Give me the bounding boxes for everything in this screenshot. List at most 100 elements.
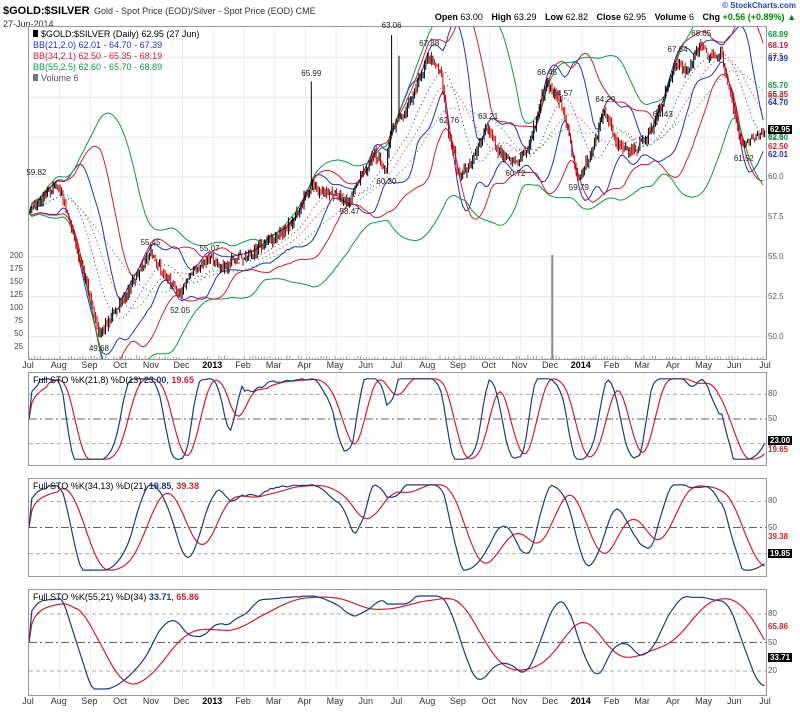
price-annotation: 58.47 [340,208,360,216]
candlestick-icon [33,30,38,37]
x-axis-month-label: Apr [297,696,311,706]
x-axis-month-label: Aug [419,696,435,706]
x-axis-month-label: Sep [450,360,466,370]
price-annotation: 66.45 [537,69,557,77]
high-label: High [491,12,511,22]
volume-axis-label: 50 [14,329,23,338]
band-value-tag: 67.39 [768,54,788,63]
price-axis-label: 52.5 [768,292,784,301]
low-label: Low [545,12,563,22]
stochastic-axis-label: 50 [768,638,777,647]
x-axis-month-label: Oct [113,696,127,706]
price-annotation: 60.20 [376,178,396,186]
stochastic-axis-label: 20 [768,666,777,675]
price-annotation: 67.64 [668,46,688,54]
price-annotation: 59.82 [26,169,46,177]
stochastic-legend-label: Full STO %K(55,21) %D(34) [33,592,149,602]
volume-axis-label: 25 [14,342,23,351]
x-axis-month-label: Dec [174,696,190,706]
volume-icon [33,74,38,81]
price-annotation: 68.65 [691,30,711,38]
stochastic-d-tag: 39.38 [768,532,788,541]
x-axis-month-label: Oct [113,360,127,370]
high-value: 63.29 [514,12,537,22]
stochastic-k-tag: 19.85 [768,549,792,558]
chart-legend: $GOLD:$SILVER (Daily) 62.95 (27 Jun)BB(2… [33,29,199,84]
x-axis-month-label: Nov [511,360,527,370]
volume-axis-label: 175 [10,264,23,273]
x-axis-month-label: Nov [143,696,159,706]
title-block: $GOLD:$SILVER Gold - Spot Price (EOD)/Si… [3,1,316,29]
x-axis-month-label: May [327,360,344,370]
x-axis-month-label: Mar [634,696,650,706]
stochastic-k-value: 19.85 [149,481,172,491]
x-axis-months-top: JulAugSepOctNovDec2013FebMarAprMayJunJul… [28,360,765,372]
x-axis-month-label: Apr [666,360,680,370]
x-axis-month-label: Apr [297,360,311,370]
legend-row: $GOLD:$SILVER (Daily) 62.95 (27 Jun) [33,29,199,40]
volume-axis-label: 200 [10,251,23,260]
x-axis-month-label: May [327,696,344,706]
price-annotation: 63.21 [478,113,498,121]
x-axis-month-label: Mar [634,360,650,370]
x-axis-month-label: Jul [391,696,403,706]
stochastic-axis-2: 80502039.3819.85 [768,478,800,575]
x-axis-year-label: 2014 [571,696,591,706]
x-axis-month-label: Feb [604,360,620,370]
x-axis-month-label: Nov [511,696,527,706]
x-axis-month-label: Aug [419,360,435,370]
price-annotation: 65.99 [301,70,321,78]
price-annotation: 55.07 [200,245,220,253]
x-axis-year-label: 2014 [571,360,591,370]
stochastic-legend-label: Full STO %K(21,8) %D(13) [33,375,144,385]
legend-text: Volume 6 [41,73,79,83]
stochastic-canvas-1 [29,373,766,465]
volume-axis-label: 150 [10,277,23,286]
panel-full-sto-1: Full STO %K(21,8) %D(13) 23.00, 19.65 [28,372,767,466]
volume-value: 6 [689,12,694,22]
x-axis-month-label: Oct [482,360,496,370]
legend-text: BB(55,2.5) 62.60 - 65.70 - 68.89 [33,62,162,72]
x-axis-month-label: Aug [51,360,67,370]
stochastic-k-value: 23.00 [144,375,167,385]
main-price-plot: 59.8249.6855.4552.0555.0765.9958.4760.20… [28,26,767,360]
x-axis-month-label: Jun [727,360,742,370]
price-annotation: 63.06 [382,22,402,30]
x-axis-month-label: Nov [143,360,159,370]
x-axis-month-label: Dec [542,360,558,370]
x-axis-month-label: Sep [450,696,466,706]
legend-row: BB(55,2.5) 62.60 - 65.70 - 68.89 [33,62,199,73]
price-annotation: 64.29 [595,96,615,104]
stochastic-d-value: 65.86 [176,592,199,602]
price-axis-label: 60.0 [768,172,784,181]
price-annotation: 55.45 [141,239,161,247]
up-arrow-icon: ▲ [787,12,796,22]
stochastic-canvas-3 [29,590,766,695]
stochastic-axis-3: 80502065.8633.71 [768,589,800,694]
band-value-tag: 64.70 [768,98,788,107]
x-axis-month-label: Jul [759,360,771,370]
stochastic-k-tag: 33.71 [768,653,792,662]
price-annotation: 64.57 [553,90,573,98]
x-axis-month-label: May [695,360,712,370]
stochastic-axis-label: 50 [768,523,777,532]
x-axis-months-bottom: JulAugSepOctNovDec2013FebMarAprMayJunJul… [28,696,765,708]
stochastic-axis-1: 80502023.0019.65 [768,372,800,464]
price-annotation: 59.79 [569,184,589,192]
price-annotation: 49.68 [89,345,109,353]
x-axis-month-label: May [695,696,712,706]
panel-full-sto-2: Full STO %K(34,13) %D(21) 19.85, 39.38 [28,478,767,577]
x-axis-month-label: Aug [51,696,67,706]
ohlc-quote: Open 63.00 High 63.29 Low 62.82 Close 62… [429,12,796,22]
x-axis-month-label: Jul [22,696,34,706]
volume-axis-label: 100 [10,303,23,312]
legend-row: Volume 6 [33,73,199,84]
low-value: 62.82 [565,12,588,22]
legend-row: BB(21,2.0) 62.01 - 64.70 - 67.39 [33,40,199,51]
stockcharts-copyright-link[interactable]: © StockCharts.com [722,1,796,10]
volume-axis-label: 125 [10,290,23,299]
price-annotation: 62.76 [439,117,459,125]
price-annotation: 64.43 [653,111,673,119]
x-axis-month-label: Feb [235,696,251,706]
x-axis-month-label: Dec [542,696,558,706]
